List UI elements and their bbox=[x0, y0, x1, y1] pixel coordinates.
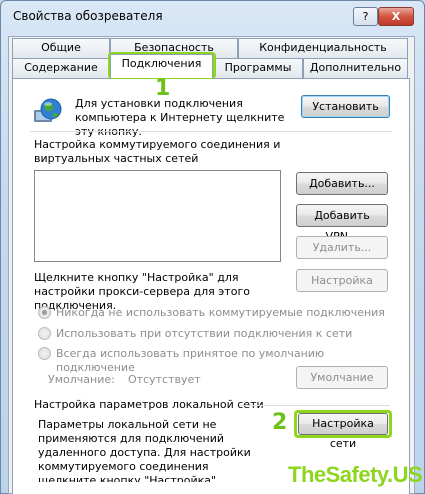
remove-button[interactable]: Удалить... bbox=[296, 236, 388, 259]
lan-separator bbox=[240, 405, 390, 406]
radio-never-dial[interactable] bbox=[38, 306, 51, 319]
lan-settings-button[interactable]: Настройка сети bbox=[298, 413, 388, 450]
tab-privacy[interactable]: Конфиденциальность bbox=[238, 38, 408, 58]
radio-dial-when-no-network[interactable] bbox=[38, 327, 51, 340]
help-button[interactable]: ? bbox=[353, 7, 378, 26]
dialup-heading: Настройка коммутируемого соединения и ви… bbox=[34, 138, 281, 165]
add-vpn-button[interactable]: Добавить VPN... bbox=[296, 204, 388, 243]
default-label: Умолчание: bbox=[48, 373, 115, 386]
setup-button[interactable]: Установить bbox=[301, 95, 390, 118]
globe-network-icon bbox=[32, 96, 64, 126]
title-bar[interactable]: Свойства обозревателя ? X bbox=[1, 1, 424, 31]
default-button[interactable]: Умолчание bbox=[296, 366, 388, 389]
separator bbox=[30, 131, 392, 132]
window-title: Свойства обозревателя bbox=[13, 9, 163, 23]
radio-always-dial[interactable] bbox=[38, 347, 51, 360]
option-never-dial: Никогда не использовать коммутируемые по… bbox=[56, 306, 385, 319]
connections-list[interactable] bbox=[34, 170, 281, 262]
lan-text: Параметры локальной сети не применяются … bbox=[38, 418, 251, 482]
settings-button[interactable]: Настройка bbox=[296, 269, 388, 292]
watermark: TheSafety.US bbox=[288, 462, 423, 487]
option-dial-when-no-network: Использовать при отсутствии подключения … bbox=[56, 327, 353, 340]
setup-text: Для установки подключения компьютера к И… bbox=[75, 97, 285, 138]
tab-advanced[interactable]: Дополнительно bbox=[303, 58, 408, 78]
default-value: Отсутствует bbox=[128, 373, 201, 386]
marker-two: 2 bbox=[272, 410, 288, 435]
tab-content[interactable]: Содержание bbox=[12, 58, 110, 78]
add-button[interactable]: Добавить... bbox=[296, 172, 388, 195]
tab-programs[interactable]: Программы bbox=[213, 58, 303, 78]
close-button[interactable]: X bbox=[378, 7, 414, 26]
tab-general[interactable]: Общие bbox=[12, 38, 110, 58]
tab-connections[interactable]: Подключения bbox=[110, 54, 213, 78]
